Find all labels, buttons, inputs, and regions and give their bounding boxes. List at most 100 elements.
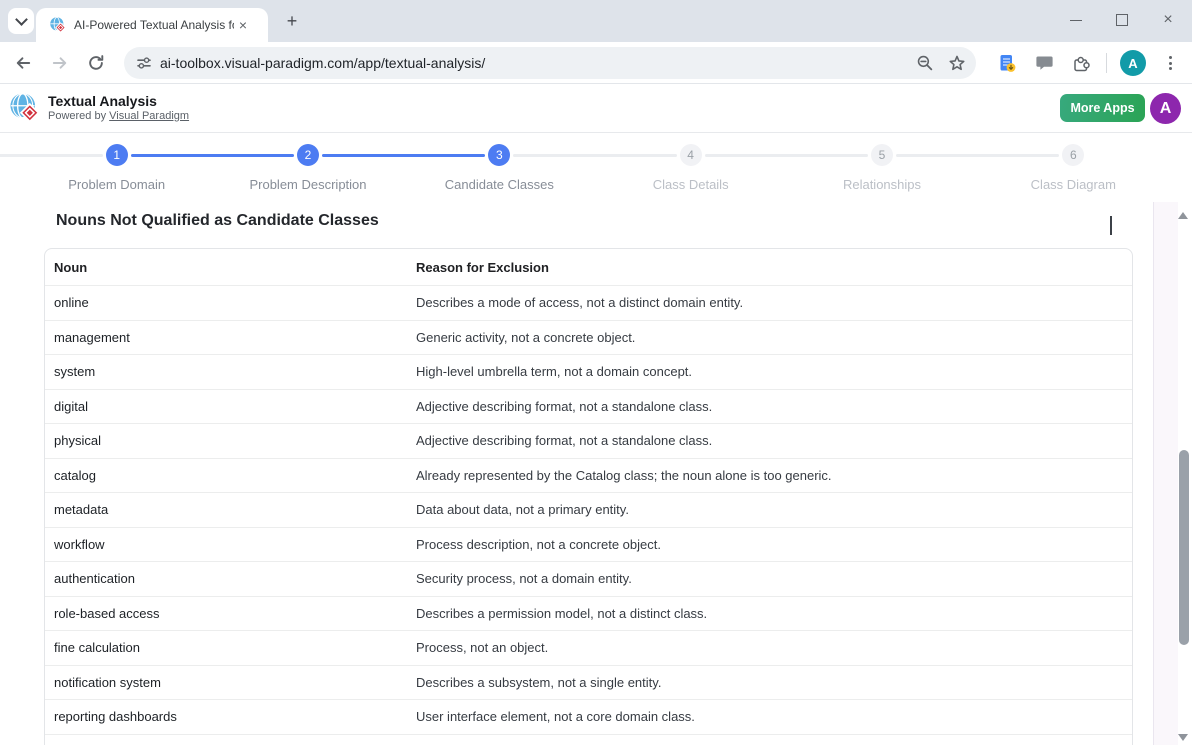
reason-cell: Generic activity, not a concrete object. <box>416 330 1132 345</box>
noun-cell: system <box>45 364 416 379</box>
table-row: fine calculation Process, not an object. <box>45 630 1132 665</box>
app-title: Textual Analysis <box>48 93 157 109</box>
noun-cell: catalog <box>45 468 416 483</box>
minimize-button[interactable] <box>1066 10 1086 30</box>
noun-cell: role-based access <box>45 606 416 621</box>
browser-tab[interactable]: AI-Powered Textual Analysis for × <box>36 8 268 42</box>
stepper-step[interactable]: 3 Candidate Classes <box>404 133 595 205</box>
step-number-badge: 4 <box>680 144 702 166</box>
reason-cell: Describes a mode of access, not a distin… <box>416 295 1132 310</box>
reason-cell: Security process, not a domain entity. <box>416 571 1132 586</box>
chat-feedback-icon[interactable] <box>1032 51 1056 75</box>
step-number-badge: 2 <box>297 144 319 166</box>
noun-cell: online <box>45 295 416 310</box>
stepper-step[interactable]: 1 Problem Domain <box>21 133 212 205</box>
site-settings-tune-icon[interactable] <box>136 55 152 71</box>
table-row: workflow Process description, not a conc… <box>45 527 1132 562</box>
visual-paradigm-logo <box>10 93 40 123</box>
scroll-down-arrow-icon[interactable] <box>1178 734 1188 741</box>
close-icon: × <box>1163 12 1172 28</box>
table-row: metadata Data about data, not a primary … <box>45 492 1132 527</box>
browser-toolbar: ai-toolbox.visual-paradigm.com/app/textu… <box>0 42 1192 84</box>
browser-profile-avatar[interactable]: A <box>1120 50 1146 76</box>
table-row: role-based access Describes a permission… <box>45 596 1132 631</box>
reason-cell: Process, not an object. <box>416 640 1132 655</box>
noun-cell: fine calculation <box>45 640 416 655</box>
table-row: catalog Already represented by the Catal… <box>45 458 1132 493</box>
more-apps-button[interactable]: More Apps <box>1060 94 1145 122</box>
table-row: digital Adjective describing format, not… <box>45 389 1132 424</box>
table-row: notification system Describes a subsyste… <box>45 665 1132 700</box>
column-header-reason: Reason for Exclusion <box>416 260 1132 275</box>
visual-paradigm-link[interactable]: Visual Paradigm <box>109 110 189 122</box>
noun-cell: management <box>45 330 416 345</box>
scroll-up-arrow-icon[interactable] <box>1178 212 1188 219</box>
tab-close-icon[interactable]: × <box>234 16 252 34</box>
browser-menu-kebab-icon[interactable] <box>1158 50 1182 76</box>
zoom-out-icon[interactable] <box>916 54 934 72</box>
table-row: system High-level umbrella term, not a d… <box>45 354 1132 389</box>
chevron-down-icon <box>15 13 28 26</box>
forward-button[interactable] <box>46 49 74 77</box>
extensions-puzzle-icon[interactable] <box>1069 51 1093 75</box>
noun-cell: digital <box>45 399 416 414</box>
bookmark-star-icon[interactable] <box>948 54 966 72</box>
powered-by: Powered by Visual Paradigm <box>48 110 189 122</box>
stepper-step[interactable]: 4 Class Details <box>595 133 786 205</box>
stepper-connector <box>896 154 1059 157</box>
table-row: online Describes a mode of access, not a… <box>45 285 1132 320</box>
tab-strip: AI-Powered Textual Analysis for × + × <box>0 0 1192 42</box>
tab-search-button[interactable] <box>8 8 34 34</box>
address-bar[interactable]: ai-toolbox.visual-paradigm.com/app/textu… <box>124 47 976 79</box>
url-text[interactable]: ai-toolbox.visual-paradigm.com/app/textu… <box>160 55 916 71</box>
reason-cell: Adjective describing format, not a stand… <box>416 399 1132 414</box>
stepper-connector <box>322 154 485 157</box>
favicon-visual-paradigm-icon <box>50 17 66 33</box>
forward-arrow-icon <box>51 54 69 72</box>
stepper-step[interactable]: 6 Class Diagram <box>978 133 1169 205</box>
step-label: Problem Description <box>249 177 366 192</box>
wizard-stepper: 1 Problem Domain 2 Problem Description 3… <box>21 133 1169 205</box>
table-row: integration Describes connectivity, not … <box>45 734 1132 745</box>
back-button[interactable] <box>9 49 37 77</box>
reading-list-docs-icon[interactable] <box>995 51 1019 75</box>
maximize-button[interactable] <box>1112 10 1132 30</box>
nouns-table: Noun Reason for Exclusion online Describ… <box>44 248 1133 745</box>
step-label: Problem Domain <box>68 177 165 192</box>
reason-cell: Process description, not a concrete obje… <box>416 537 1132 552</box>
table-row: physical Adjective describing format, no… <box>45 423 1132 458</box>
tab-title: AI-Powered Textual Analysis for <box>74 18 234 32</box>
stepper-connector <box>0 154 103 157</box>
maximize-icon <box>1116 14 1128 26</box>
reason-cell: Already represented by the Catalog class… <box>416 468 1132 483</box>
stepper-connector <box>705 154 868 157</box>
section-title: Nouns Not Qualified as Candidate Classes <box>56 212 379 230</box>
table-body: online Describes a mode of access, not a… <box>45 285 1132 745</box>
table-row: authentication Security process, not a d… <box>45 561 1132 596</box>
close-window-button[interactable]: × <box>1158 10 1178 30</box>
window-controls: × <box>1066 10 1178 30</box>
column-header-noun: Noun <box>45 260 416 275</box>
scrollbar-track[interactable] <box>1154 202 1178 745</box>
table-row: reporting dashboards User interface elem… <box>45 699 1132 734</box>
reload-icon <box>87 54 105 72</box>
reload-button[interactable] <box>82 49 110 77</box>
reason-cell: Data about data, not a primary entity. <box>416 502 1132 517</box>
stepper-connector <box>131 154 294 157</box>
user-avatar[interactable]: A <box>1150 93 1181 124</box>
step-number-badge: 6 <box>1062 144 1084 166</box>
stepper-step[interactable]: 5 Relationships <box>786 133 977 205</box>
section-collapse-button[interactable] <box>1110 216 1124 230</box>
new-tab-button[interactable]: + <box>281 10 303 32</box>
step-number-badge: 5 <box>871 144 893 166</box>
page-scrollbar <box>1153 202 1192 745</box>
browser-window: AI-Powered Textual Analysis for × + × <box>0 0 1192 745</box>
stepper-step[interactable]: 2 Problem Description <box>212 133 403 205</box>
scrollbar-thumb[interactable] <box>1179 450 1189 645</box>
noun-cell: authentication <box>45 571 416 586</box>
table-header-row: Noun Reason for Exclusion <box>45 249 1132 285</box>
step-label: Class Details <box>653 177 729 192</box>
chevron-down-icon <box>1110 216 1112 235</box>
app-header: Textual Analysis Powered by Visual Parad… <box>0 84 1192 133</box>
omnibox-actions <box>916 54 966 72</box>
